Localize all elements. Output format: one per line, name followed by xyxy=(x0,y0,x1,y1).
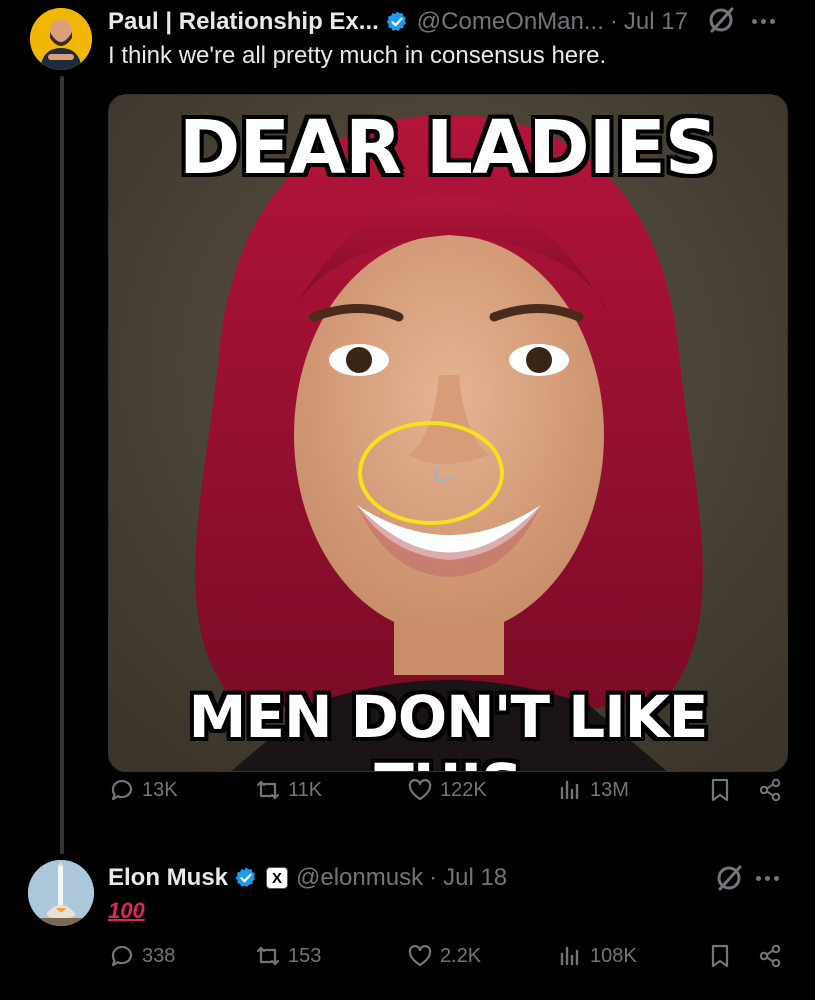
reply-header: Elon Musk X @elonmusk · Jul 18 xyxy=(108,862,507,894)
repost-button[interactable]: 11K xyxy=(254,776,322,804)
reply-count: 13K xyxy=(142,778,178,801)
repost-icon xyxy=(256,780,280,800)
separator-dot: · xyxy=(609,8,618,35)
grok-icon[interactable] xyxy=(714,863,744,893)
share-button[interactable] xyxy=(756,776,784,804)
reply-icon xyxy=(111,779,133,801)
views-icon xyxy=(560,946,579,966)
reply-author-name[interactable]: Elon Musk xyxy=(108,864,228,892)
bookmark-button[interactable] xyxy=(706,776,734,804)
view-count: 108K xyxy=(590,944,637,967)
author-name[interactable]: Paul | Relationship Ex... xyxy=(108,8,379,36)
view-count: 13M xyxy=(590,778,629,801)
reply-author-handle[interactable]: @elonmusk xyxy=(296,864,423,892)
grok-icon[interactable] xyxy=(706,5,736,35)
repost-icon xyxy=(256,946,280,966)
meme-top-text: DEAR LADIES xyxy=(178,105,718,191)
repost-button[interactable]: 153 xyxy=(254,942,321,970)
affiliate-badge-label: X xyxy=(272,869,283,887)
heart-icon xyxy=(408,779,432,801)
verified-badge-icon[interactable] xyxy=(385,10,409,34)
verified-badge-icon[interactable] xyxy=(234,866,258,890)
share-icon xyxy=(759,944,781,968)
author-avatar[interactable] xyxy=(30,8,92,70)
like-button[interactable]: 2.2K xyxy=(406,942,481,970)
tweet-date[interactable]: Jul 17 xyxy=(624,8,688,36)
reply-button[interactable]: 338 xyxy=(108,942,175,970)
reply-author-avatar[interactable] xyxy=(28,860,94,926)
separator-dot: · xyxy=(429,864,438,891)
more-options-icon[interactable] xyxy=(756,873,784,883)
share-icon xyxy=(759,778,781,802)
share-button[interactable] xyxy=(756,942,784,970)
heart-icon xyxy=(408,945,432,967)
views-icon xyxy=(560,780,579,800)
bookmark-icon xyxy=(711,944,729,968)
like-count: 2.2K xyxy=(440,944,482,967)
avatar-image xyxy=(30,8,92,70)
hundred-emoji-icon: 100 xyxy=(108,898,145,923)
more-options-icon[interactable] xyxy=(752,16,780,26)
like-button[interactable]: 122K xyxy=(406,776,487,804)
bookmark-icon xyxy=(711,778,729,802)
meme-photo xyxy=(109,95,787,771)
avatar-image xyxy=(28,860,94,926)
repost-count: 11K xyxy=(288,778,323,801)
tweet-image[interactable]: DEAR LADIES MEN DON'T LIKE THIS xyxy=(108,94,788,772)
author-handle[interactable]: @ComeOnMan... xyxy=(417,8,604,36)
tweet-header: Paul | Relationship Ex... @ComeOnMan... … xyxy=(108,6,688,38)
views-button[interactable]: 108K xyxy=(556,942,637,970)
tweet-text: I think we're all pretty much in consens… xyxy=(108,42,607,69)
affiliate-badge-x-icon[interactable]: X xyxy=(266,867,289,889)
repost-count: 153 xyxy=(288,944,322,967)
like-count: 122K xyxy=(440,778,487,801)
thread-connector xyxy=(60,76,64,854)
reply-button[interactable]: 13K xyxy=(108,776,178,804)
views-button[interactable]: 13M xyxy=(556,776,629,804)
bookmark-button[interactable] xyxy=(706,942,734,970)
reply-count: 338 xyxy=(142,944,176,967)
reply-icon xyxy=(111,945,133,967)
meme-bottom-text: MEN DON'T LIKE THIS xyxy=(188,683,709,771)
reply-date[interactable]: Jul 18 xyxy=(443,864,507,892)
